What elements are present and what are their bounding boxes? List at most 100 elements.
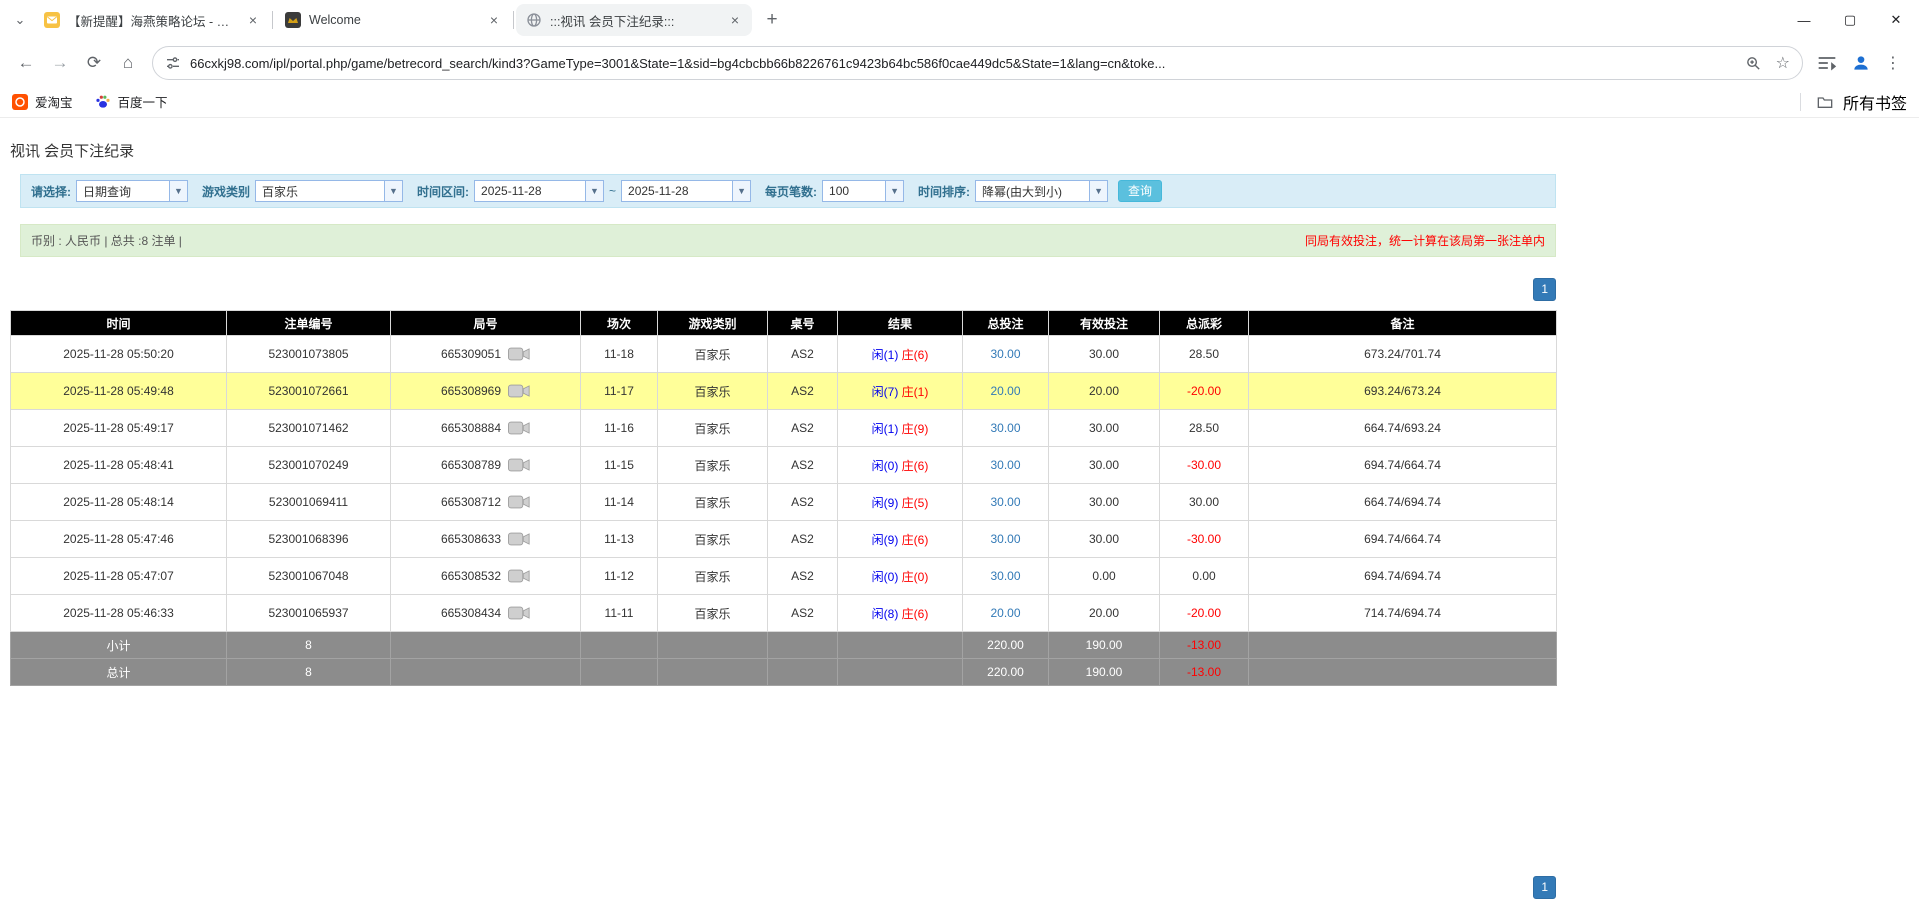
date-from-input[interactable]: 2025-11-28 ▼ <box>474 180 605 202</box>
url-bar[interactable]: 66cxkj98.com/ipl/portal.php/game/betreco… <box>152 46 1803 80</box>
chevron-down-icon[interactable]: ▼ <box>585 181 604 201</box>
cell-session: 11-17 <box>580 372 658 411</box>
page-1-button[interactable]: 1 <box>1533 876 1556 899</box>
menu-kebab-icon[interactable]: ⋮ <box>1885 53 1901 73</box>
back-icon[interactable]: ← <box>10 47 42 79</box>
close-icon[interactable]: × <box>244 11 262 29</box>
video-replay-icon[interactable] <box>508 421 530 435</box>
bookmark-star-icon[interactable]: ☆ <box>1776 53 1790 73</box>
game-type-dropdown[interactable]: 百家乐 ▼ <box>255 180 404 202</box>
minimize-button[interactable]: — <box>1781 0 1827 40</box>
sort-dropdown[interactable]: 降幂(由大到小) ▼ <box>975 180 1109 202</box>
date-range-label: 时间区间: <box>417 184 470 199</box>
cell-session: 11-12 <box>580 557 658 596</box>
round-id: 665309051 <box>440 347 502 362</box>
total-bet-link[interactable]: 30.00 <box>990 569 1020 583</box>
col-valid-bet: 有效投注 <box>1048 310 1160 337</box>
cell-payout: -20.00 <box>1159 594 1249 633</box>
cell-bet-id: 523001065937 <box>226 594 391 633</box>
total-bet-link[interactable]: 30.00 <box>990 532 1020 546</box>
toolbar-right: ⋮ <box>1817 53 1901 73</box>
tab-welcome[interactable]: Welcome × <box>275 4 511 36</box>
maximize-button[interactable]: ▢ <box>1827 0 1873 40</box>
query-type-dropdown[interactable]: 日期查询 ▼ <box>76 180 188 202</box>
video-replay-icon[interactable] <box>508 384 530 398</box>
cell-bet-id: 523001068396 <box>226 520 391 559</box>
result-banker: 庄(1) <box>901 384 929 399</box>
total-bet-link[interactable]: 30.00 <box>990 421 1020 435</box>
profile-avatar-icon[interactable] <box>1851 53 1871 73</box>
home-icon[interactable]: ⌂ <box>112 47 144 79</box>
result-player: 闲(9) <box>871 532 899 547</box>
cell-payout: -20.00 <box>1159 372 1249 411</box>
video-replay-icon[interactable] <box>508 347 530 361</box>
video-replay-icon[interactable] <box>508 606 530 620</box>
media-controls-icon[interactable] <box>1817 55 1837 71</box>
total-bet-link[interactable]: 20.00 <box>990 606 1020 620</box>
cell-payout: 30.00 <box>1159 483 1249 522</box>
chevron-down-icon[interactable]: ▼ <box>169 181 187 201</box>
total-bet-link[interactable]: 20.00 <box>990 384 1020 398</box>
forward-icon[interactable]: → <box>44 47 76 79</box>
tab-search-button[interactable]: ⌄ <box>6 6 34 34</box>
site-settings-icon[interactable] <box>165 55 181 71</box>
close-icon[interactable]: × <box>726 11 744 29</box>
cell-session: 11-14 <box>580 483 658 522</box>
new-tab-button[interactable]: + <box>758 6 786 34</box>
total-bet-link[interactable]: 30.00 <box>990 458 1020 472</box>
query-type-value: 日期查询 <box>83 184 132 199</box>
cell-session: 11-18 <box>580 335 658 374</box>
subtotal-label: 小计 <box>10 631 227 660</box>
video-replay-icon[interactable] <box>508 458 530 472</box>
bookmark-baidu[interactable]: 百度一下 <box>95 92 168 111</box>
search-button[interactable]: 查询 <box>1118 180 1163 202</box>
bookmarks-divider <box>1799 92 1801 111</box>
cell-total-bet: 30.00 <box>962 520 1049 559</box>
close-icon[interactable]: × <box>485 11 503 29</box>
total-count: 8 <box>226 658 391 687</box>
subtotal-total-bet: 220.00 <box>962 631 1049 660</box>
cell-game: 百家乐 <box>657 446 768 485</box>
welcome-favicon-icon <box>285 12 301 28</box>
page-content: 视讯 会员下注纪录 请选择: 日期查询 ▼ 游戏类别 百家乐 ▼ 时间区间: 2… <box>0 140 1557 899</box>
bookmark-aitaobao[interactable]: 爱淘宝 <box>12 92 73 111</box>
all-bookmarks[interactable]: 所有书签 <box>1799 90 1907 114</box>
date-to-input[interactable]: 2025-11-28 ▼ <box>621 180 752 202</box>
cell-payout: 0.00 <box>1159 557 1249 596</box>
page-1-button[interactable]: 1 <box>1533 278 1556 302</box>
tab-bet-records-active[interactable]: :::视讯 会员下注纪录::: × <box>516 4 752 36</box>
col-round-id: 局号 <box>390 310 581 337</box>
subtotal-count: 8 <box>226 631 391 660</box>
video-replay-icon[interactable] <box>508 532 530 546</box>
chevron-down-icon[interactable]: ▼ <box>384 181 403 201</box>
round-id: 665308532 <box>440 569 502 584</box>
zoom-icon[interactable] <box>1745 55 1762 72</box>
url-text[interactable]: 66cxkj98.com/ipl/portal.php/game/betreco… <box>190 56 1736 71</box>
cell-game: 百家乐 <box>657 557 768 596</box>
cell-game: 百家乐 <box>657 483 768 522</box>
refresh-icon[interactable]: ⟳ <box>78 47 110 79</box>
chevron-down-icon[interactable]: ▼ <box>885 181 904 201</box>
cell-result: 闲(1) 庄(6) <box>837 335 963 374</box>
total-bet-link[interactable]: 30.00 <box>990 495 1020 509</box>
cell-note: 664.74/693.24 <box>1248 409 1557 448</box>
col-total-bet: 总投注 <box>962 310 1049 337</box>
video-replay-icon[interactable] <box>508 569 530 583</box>
cell-time: 2025-11-28 05:47:07 <box>10 557 227 596</box>
table-header-row: 时间 注单编号 局号 场次 游戏类别 桌号 结果 总投注 有效投注 总派彩 备注 <box>10 310 1557 337</box>
video-replay-icon[interactable] <box>508 495 530 509</box>
cell-result: 闲(7) 庄(1) <box>837 372 963 411</box>
tab-strip: ⌄ 【新提醒】海燕策略论坛 - 综合 × Welcome × :::视讯 会员下… <box>0 0 1919 40</box>
tab-forum[interactable]: 【新提醒】海燕策略论坛 - 综合 × <box>34 4 270 36</box>
close-window-button[interactable]: ✕ <box>1873 0 1919 40</box>
chevron-down-icon[interactable]: ▼ <box>732 181 751 201</box>
cell-time: 2025-11-28 05:49:48 <box>10 372 227 411</box>
total-bet-link[interactable]: 30.00 <box>990 347 1020 361</box>
chevron-down-icon[interactable]: ▼ <box>1089 181 1108 201</box>
result-banker: 庄(6) <box>901 458 929 473</box>
cell-table-no: AS2 <box>767 557 838 596</box>
cell-total-bet: 30.00 <box>962 335 1049 374</box>
currency-summary: 币别 : 人民币 | 总共 :8 注单 | <box>31 234 182 248</box>
cell-table-no: AS2 <box>767 520 838 559</box>
per-page-dropdown[interactable]: 100 ▼ <box>822 180 905 202</box>
